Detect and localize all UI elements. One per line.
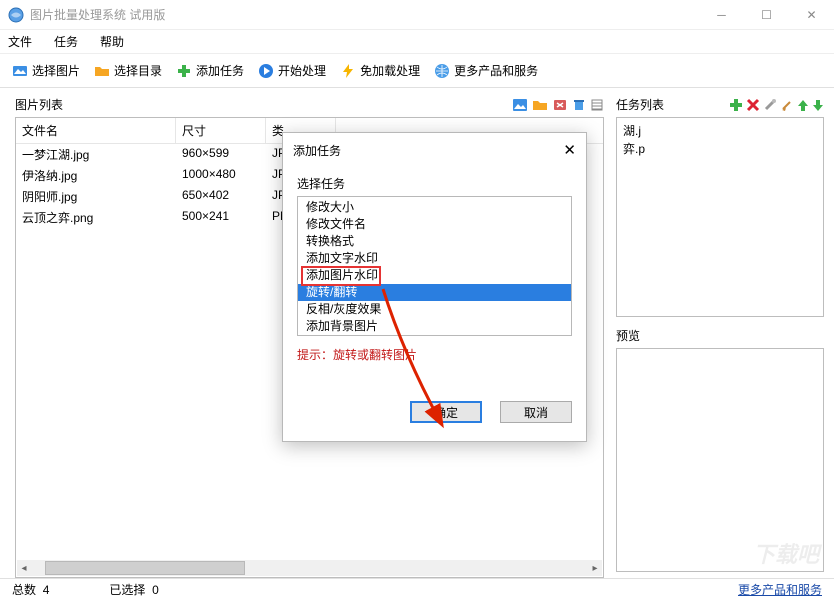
- status-more-products-link[interactable]: 更多产品和服务: [738, 581, 822, 598]
- task-move-down-icon[interactable]: [812, 98, 824, 112]
- scroll-right-arrow[interactable]: ▸: [588, 561, 602, 575]
- task-move-up-icon[interactable]: [797, 98, 809, 112]
- globe-icon: [434, 63, 450, 79]
- more-products-label: 更多产品和服务: [454, 62, 538, 79]
- main-toolbar: 选择图片 选择目录 添加任务 开始处理 免加载处理 更多产品和服务: [0, 54, 834, 88]
- play-icon: [258, 63, 274, 79]
- cell-size: 500×241: [176, 207, 266, 228]
- dialog-cancel-button[interactable]: 取消: [500, 401, 572, 423]
- select-directory-label: 选择目录: [114, 62, 162, 79]
- task-option[interactable]: 修改文件名: [298, 216, 571, 233]
- menu-task[interactable]: 任务: [54, 33, 78, 50]
- dialog-select-task-label: 选择任务: [297, 175, 572, 192]
- task-add-icon[interactable]: [729, 98, 743, 112]
- scroll-thumb[interactable]: [45, 561, 245, 575]
- task-list-header: 任务列表: [616, 96, 664, 113]
- mini-folder-icon[interactable]: [532, 98, 548, 112]
- window-minimize-button[interactable]: ─: [699, 0, 744, 30]
- menu-file[interactable]: 文件: [8, 33, 32, 50]
- task-option[interactable]: 裁剪图片: [298, 335, 571, 336]
- dialog-ok-button[interactable]: 确定: [410, 401, 482, 423]
- task-settings-icon[interactable]: [763, 98, 777, 112]
- folder-icon: [94, 63, 110, 79]
- dialog-hint-text: 旋转或翻转图片: [333, 348, 417, 362]
- task-option[interactable]: 旋转/翻转: [298, 284, 571, 301]
- select-images-label: 选择图片: [32, 62, 80, 79]
- status-total-label: 总数: [12, 583, 36, 597]
- task-list-box[interactable]: 湖.j弈.p: [616, 117, 824, 317]
- cell-size: 1000×480: [176, 165, 266, 186]
- window-maximize-button[interactable]: ☐: [744, 0, 789, 30]
- task-list-item[interactable]: 弈.p: [623, 140, 817, 158]
- select-images-button[interactable]: 选择图片: [8, 59, 84, 82]
- task-option[interactable]: 添加图片水印: [298, 267, 571, 284]
- dialog-close-button[interactable]: ✕: [563, 141, 576, 159]
- statusbar: 总数 4 已选择 0 更多产品和服务: [0, 578, 834, 600]
- start-process-button[interactable]: 开始处理: [254, 59, 330, 82]
- horizontal-scrollbar[interactable]: ◂ ▸: [17, 560, 602, 576]
- status-total-value: 4: [43, 583, 50, 597]
- dialog-title: 添加任务: [293, 142, 341, 159]
- image-list-toolbar: [512, 98, 604, 112]
- menu-help[interactable]: 帮助: [100, 33, 124, 50]
- task-clean-icon[interactable]: [780, 98, 794, 112]
- task-list-item[interactable]: 湖.j: [623, 122, 817, 140]
- cell-name: 云顶之弈.png: [16, 207, 176, 228]
- select-directory-button[interactable]: 选择目录: [90, 59, 166, 82]
- lightning-icon: [340, 63, 356, 79]
- more-products-button[interactable]: 更多产品和服务: [430, 59, 542, 82]
- scroll-left-arrow[interactable]: ◂: [17, 561, 31, 575]
- task-option[interactable]: 修改大小: [298, 199, 571, 216]
- preview-box: 下载吧: [616, 348, 824, 572]
- task-option[interactable]: 转换格式: [298, 233, 571, 250]
- mini-trash-icon[interactable]: [572, 98, 586, 112]
- col-header-name[interactable]: 文件名: [16, 118, 176, 143]
- plus-icon: [176, 63, 192, 79]
- cell-name: 一梦江湖.jpg: [16, 144, 176, 165]
- task-options-list[interactable]: 修改大小修改文件名转换格式添加文字水印添加图片水印旋转/翻转反相/灰度效果添加背…: [297, 196, 572, 336]
- side-pane: 任务列表 湖.j弈.p 预览 下载吧: [610, 88, 834, 578]
- status-selected-value: 0: [152, 583, 159, 597]
- status-selected-label: 已选择: [109, 583, 145, 597]
- window-titlebar: 图片批量处理系统 试用版 ─ ☐ ✕: [0, 0, 834, 30]
- mini-list-icon[interactable]: [590, 98, 604, 112]
- col-header-size[interactable]: 尺寸: [176, 118, 266, 143]
- no-load-process-button[interactable]: 免加载处理: [336, 59, 424, 82]
- add-task-dialog: 添加任务 ✕ 选择任务 修改大小修改文件名转换格式添加文字水印添加图片水印旋转/…: [282, 132, 587, 442]
- menubar: 文件 任务 帮助: [0, 30, 834, 54]
- dialog-hint: 提示：旋转或翻转图片: [297, 346, 572, 363]
- mini-remove-icon[interactable]: [552, 98, 568, 112]
- app-icon: [8, 7, 24, 23]
- add-task-label: 添加任务: [196, 62, 244, 79]
- mini-image-icon[interactable]: [512, 98, 528, 112]
- start-process-label: 开始处理: [278, 62, 326, 79]
- window-close-button[interactable]: ✕: [789, 0, 834, 30]
- image-list-header: 图片列表: [15, 96, 63, 113]
- dialog-hint-prefix: 提示：: [297, 348, 333, 362]
- task-delete-icon[interactable]: [746, 98, 760, 112]
- window-title: 图片批量处理系统 试用版: [30, 6, 699, 23]
- add-task-button[interactable]: 添加任务: [172, 59, 248, 82]
- cell-name: 伊洛纳.jpg: [16, 165, 176, 186]
- task-option[interactable]: 添加背景图片: [298, 318, 571, 335]
- preview-label: 预览: [616, 327, 824, 344]
- watermark-text: 下载吧: [753, 537, 819, 569]
- no-load-process-label: 免加载处理: [360, 62, 420, 79]
- cell-name: 阴阳师.jpg: [16, 186, 176, 207]
- task-option[interactable]: 反相/灰度效果: [298, 301, 571, 318]
- task-option[interactable]: 添加文字水印: [298, 250, 571, 267]
- cell-size: 650×402: [176, 186, 266, 207]
- cell-size: 960×599: [176, 144, 266, 165]
- image-icon: [12, 63, 28, 79]
- task-list-toolbar: [729, 98, 824, 112]
